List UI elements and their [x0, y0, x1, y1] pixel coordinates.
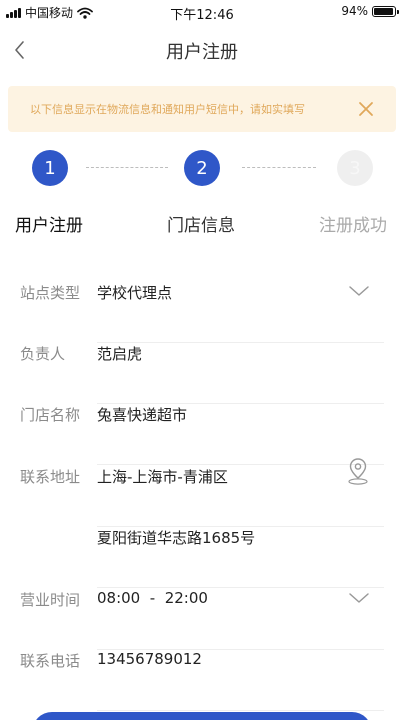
step-connector-2 — [242, 167, 316, 168]
nav-bar: 用户注册 — [0, 28, 404, 72]
page-title: 用户注册 — [166, 42, 238, 63]
battery-icon — [372, 5, 399, 17]
owner-field[interactable]: 负责人 范启虎 — [20, 343, 384, 404]
address-region-field[interactable]: 联系地址 上海-上海市-青浦区 — [20, 458, 384, 527]
owner-input[interactable]: 范启虎 — [97, 343, 142, 364]
phone-input[interactable]: 13456789012 — [97, 650, 202, 668]
address-detail-input[interactable]: 夏阳街道华志路1685号 — [97, 527, 255, 548]
chevron-down-icon[interactable] — [348, 591, 370, 605]
business-hours-field[interactable]: 营业时间 08:00 - 22:00 — [20, 589, 384, 650]
owner-label: 负责人 — [20, 345, 66, 363]
step-1-circle: 1 — [32, 150, 68, 186]
site-type-field[interactable]: 站点类型 学校代理点 — [20, 282, 384, 343]
step-3-label: 注册成功 — [319, 216, 387, 236]
store-name-input[interactable]: 兔喜快递超市 — [97, 404, 187, 425]
step-2-label: 门店信息 — [167, 216, 235, 236]
address-region-value[interactable]: 上海-上海市-青浦区 — [97, 466, 228, 487]
step-connector-1 — [86, 167, 168, 168]
status-right: 94% — [341, 4, 399, 18]
notice-banner: 以下信息显示在物流信息和通知用户短信中，请如实填写 — [8, 86, 396, 132]
divider — [97, 587, 384, 588]
business-hours-label: 营业时间 — [20, 591, 81, 609]
battery-percent: 94% — [341, 4, 368, 18]
store-name-field[interactable]: 门店名称 兔喜快递超市 — [20, 404, 384, 465]
address-label: 联系地址 — [20, 468, 81, 486]
status-bar: 中国移动 下午12:46 94% — [0, 0, 404, 24]
battery-fill — [374, 7, 393, 15]
step-3-circle: 3 — [337, 150, 373, 186]
store-name-label: 门店名称 — [20, 406, 81, 424]
phone-label: 联系电话 — [20, 652, 81, 670]
close-icon[interactable] — [354, 97, 378, 121]
step-2-circle: 2 — [184, 150, 220, 186]
divider — [97, 710, 384, 711]
submit-button[interactable] — [32, 712, 372, 720]
site-type-value[interactable]: 学校代理点 — [97, 282, 172, 303]
business-hours-value[interactable]: 08:00 - 22:00 — [97, 589, 208, 607]
notice-text: 以下信息显示在物流信息和通知用户短信中，请如实填写 — [30, 103, 305, 116]
site-type-label: 站点类型 — [20, 284, 81, 302]
chevron-down-icon[interactable] — [348, 284, 370, 298]
divider — [97, 464, 384, 465]
location-pin-icon[interactable] — [346, 456, 370, 486]
phone-field[interactable]: 联系电话 13456789012 — [20, 650, 384, 711]
address-detail-field[interactable]: 夏阳街道华志路1685号 — [20, 527, 384, 588]
step-1-label: 用户注册 — [15, 216, 83, 236]
